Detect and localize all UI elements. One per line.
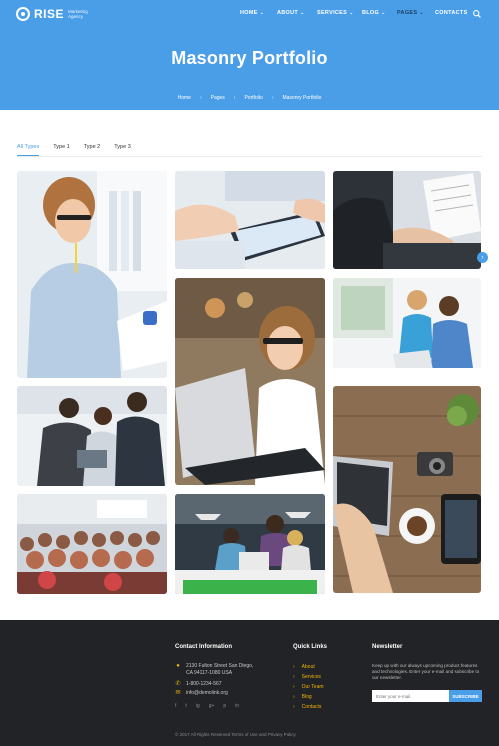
chevron-right-icon: › — [271, 95, 274, 101]
nav-item-home[interactable]: HOME ⌄ — [240, 10, 264, 16]
portfolio-item-9[interactable] — [175, 494, 325, 594]
photo-woman-laptop — [175, 278, 325, 485]
portfolio-item-4[interactable] — [175, 278, 325, 485]
contact-address: ● 2130 Fulton Street San Diego, CA 94117… — [175, 663, 253, 676]
mail-icon: ✉ — [175, 690, 181, 696]
filter-type-3[interactable]: Type 3 — [114, 144, 131, 156]
chevron-right-icon: › — [293, 694, 295, 700]
social-links: f t ig g+ p in — [175, 703, 239, 709]
portfolio-item-2[interactable] — [175, 171, 325, 269]
chevron-right-icon: › — [233, 95, 236, 101]
portfolio-item-3[interactable] — [333, 171, 481, 269]
filter-type-1[interactable]: Type 1 — [53, 144, 70, 156]
address-line-1: 2130 Fulton Street San Diego, — [186, 663, 254, 669]
chevron-right-icon: › — [481, 254, 484, 261]
breadcrumb: Home › Pages › Portfolio › Masonry Portf… — [0, 95, 499, 101]
nav-item-contacts[interactable]: CONTACTS — [435, 10, 468, 16]
copyright-text: © 2017 All Rights Reserved Terms of Use … — [175, 732, 296, 737]
photo-workspace-desk — [333, 386, 481, 593]
nav-label: BLOG — [362, 10, 380, 16]
quick-link-label: About — [301, 664, 315, 670]
nav-label: CONTACTS — [435, 10, 468, 16]
portfolio-item-5[interactable] — [333, 278, 481, 376]
photo-businessman-document — [333, 171, 481, 269]
site-footer: Contact Information Quick Links Newslett… — [0, 620, 499, 746]
chevron-down-icon: ⌄ — [300, 10, 305, 16]
quick-link-contacts[interactable]: › Contacts — [293, 704, 321, 710]
address-text: 2130 Fulton Street San Diego, CA 94117-1… — [186, 663, 253, 676]
breadcrumb-home[interactable]: Home — [178, 95, 191, 101]
email-text: info@demolink.org — [186, 690, 228, 696]
page-title: Masonry Portfolio — [171, 48, 328, 68]
linkedin-icon[interactable]: in — [235, 703, 239, 709]
contact-email[interactable]: ✉ info@demolink.org — [175, 690, 228, 697]
photo-office-team — [175, 494, 325, 594]
portfolio-item-7[interactable] — [333, 386, 481, 593]
newsletter-description: Keep up with our always upcoming product… — [372, 663, 480, 681]
quick-link-label: Contacts — [301, 704, 322, 710]
phone-text: 1-800-1234-567 — [186, 681, 222, 687]
chevron-down-icon: ⌄ — [259, 10, 265, 16]
chevron-right-icon: › — [293, 684, 295, 690]
chevron-right-icon: › — [293, 704, 295, 710]
contact-heading: Contact Information — [175, 644, 232, 650]
phone-icon: ✆ — [175, 681, 181, 687]
quick-link-our-team[interactable]: › Our Team — [293, 684, 324, 690]
breadcrumb-current: Masonry Portfolio — [282, 95, 322, 101]
map-pin-icon: ● — [176, 663, 180, 669]
portfolio-item-6[interactable] — [17, 386, 167, 486]
quick-links-heading: Quick Links — [293, 644, 328, 650]
chevron-down-icon: ⌄ — [349, 10, 354, 16]
photo-conference-audience — [17, 494, 167, 594]
quick-link-blog[interactable]: › Blog — [293, 694, 312, 700]
nav-item-pages[interactable]: PAGES ⌄ — [397, 10, 424, 16]
breadcrumb-pages[interactable]: Pages — [211, 95, 225, 101]
quick-link-services[interactable]: › Services — [293, 674, 321, 680]
portfolio-item-8[interactable] — [17, 494, 167, 594]
nav-item-services[interactable]: SERVICES ⌄ — [317, 10, 354, 16]
chevron-right-icon: › — [199, 95, 202, 101]
newsletter-heading: Newsletter — [372, 644, 403, 650]
twitter-icon[interactable]: t — [185, 703, 186, 709]
chevron-down-icon: ⌄ — [381, 10, 386, 16]
portfolio-item-1[interactable] — [17, 171, 167, 378]
quick-link-label: Services — [301, 674, 321, 680]
quick-link-label: Our Team — [301, 684, 324, 690]
filter-all-types[interactable]: All Types — [17, 144, 40, 156]
portfolio-filters: All Types Type 1 Type 2 Type 3 — [17, 144, 131, 156]
subscribe-button[interactable]: SUBSCRIBE — [449, 690, 482, 702]
google-plus-icon[interactable]: g+ — [209, 703, 215, 709]
search-icon[interactable] — [472, 9, 482, 19]
filters-divider — [17, 156, 482, 157]
chevron-right-icon: › — [293, 664, 295, 670]
pinterest-icon[interactable]: p — [223, 703, 226, 709]
quick-link-label: Blog — [301, 694, 312, 700]
nav-label: PAGES — [397, 10, 418, 16]
photo-hands-tablet — [175, 171, 325, 269]
chevron-down-icon: ⌄ — [419, 10, 424, 16]
breadcrumb-portfolio[interactable]: Portfolio — [244, 95, 262, 101]
nav-label: HOME — [240, 10, 258, 16]
nav-item-blog[interactable]: BLOG ⌄ — [362, 10, 386, 16]
photo-woman-thinking — [17, 171, 167, 378]
nav-item-about[interactable]: ABOUT ⌄ — [277, 10, 305, 16]
contact-phone[interactable]: ✆ 1-800-1234-567 — [175, 681, 222, 688]
filter-type-2[interactable]: Type 2 — [84, 144, 101, 156]
photo-team-tablet — [17, 386, 167, 486]
chevron-right-icon: › — [293, 674, 295, 680]
newsletter-email-input[interactable] — [372, 690, 449, 702]
photo-couple-laptop — [333, 278, 481, 376]
nav-label: ABOUT — [277, 10, 299, 16]
instagram-icon[interactable]: ig — [196, 703, 200, 709]
address-line-2: CA 94117-1080 USA — [186, 669, 233, 676]
quick-link-about[interactable]: › About — [293, 664, 315, 670]
nav-label: SERVICES — [317, 10, 348, 16]
next-arrow-button[interactable]: › — [477, 252, 488, 263]
main-nav: HOME ⌄ ABOUT ⌄ SERVICES ⌄ BLOG ⌄ PAGES ⌄ CONT… — [0, 10, 499, 22]
facebook-icon[interactable]: f — [175, 703, 176, 709]
page-header: RISE Marketing Agency HOME ⌄ ABOUT ⌄ SERVI… — [0, 0, 499, 110]
